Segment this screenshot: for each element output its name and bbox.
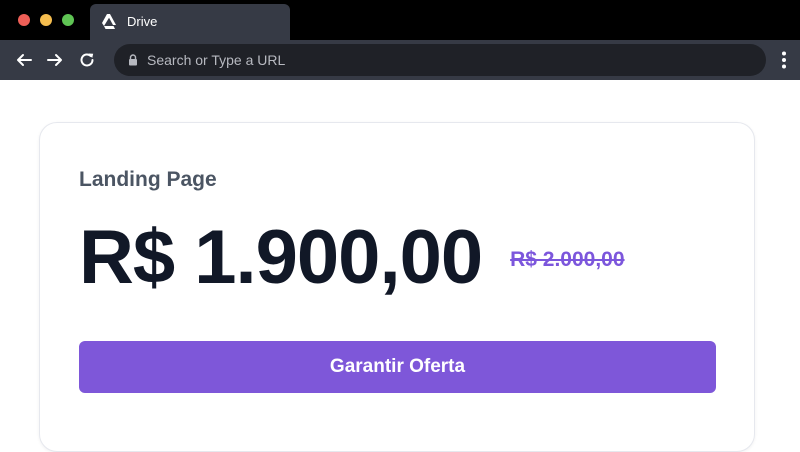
maximize-window-button[interactable] (62, 14, 74, 26)
original-price: R$ 2.000,00 (510, 248, 625, 271)
browser-title-bar: Drive (0, 0, 800, 40)
active-tab[interactable]: Drive (90, 4, 290, 40)
address-input[interactable] (147, 44, 747, 76)
pricing-card: Landing Page R$ 1.900,00 R$ 2.000,00 Gar… (39, 122, 755, 452)
current-price: R$ 1.900,00 (79, 215, 483, 300)
reload-icon (80, 53, 94, 67)
page-content: Landing Page R$ 1.900,00 R$ 2.000,00 Gar… (0, 80, 800, 452)
close-window-button[interactable] (18, 14, 30, 26)
browser-toolbar (0, 40, 800, 80)
reload-button[interactable] (76, 49, 98, 71)
guarantee-offer-button[interactable]: Garantir Oferta (79, 341, 716, 393)
address-bar[interactable] (114, 44, 766, 76)
more-options-icon[interactable] (774, 50, 794, 70)
arrow-left-icon (17, 54, 32, 66)
minimize-window-button[interactable] (40, 14, 52, 26)
plan-title: Landing Page (79, 168, 217, 191)
price-row: R$ 1.900,00 R$ 2.000,00 (79, 213, 625, 303)
back-button[interactable] (13, 49, 35, 71)
lock-icon (129, 54, 137, 66)
tab-title: Drive (127, 14, 158, 29)
forward-button[interactable] (44, 49, 66, 71)
arrow-right-icon (47, 54, 62, 66)
drive-logo-icon (102, 14, 116, 29)
